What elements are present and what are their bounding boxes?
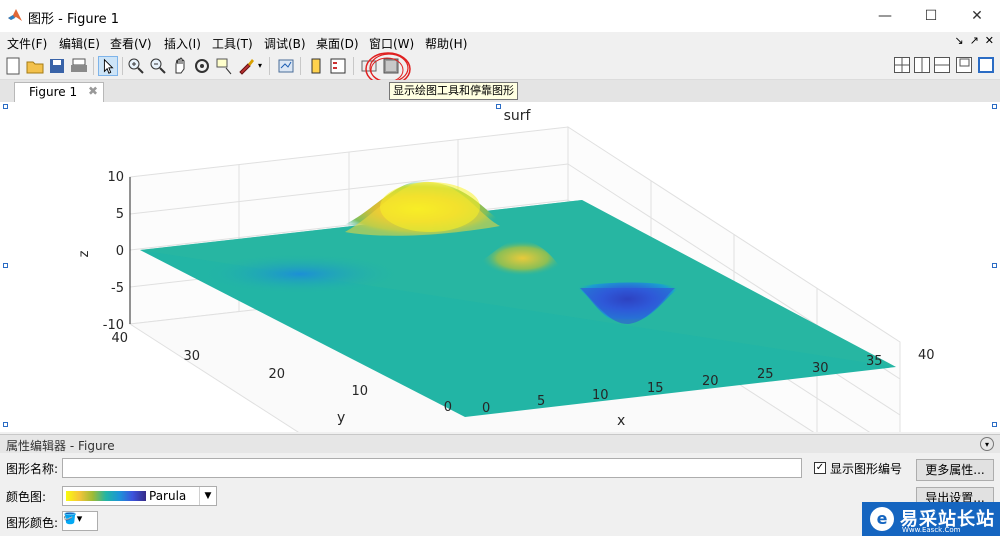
figure-color-label: 图形颜色: [6, 516, 59, 530]
figure-name-label: 图形名称: [6, 462, 59, 476]
zoom-in-icon[interactable] [126, 56, 146, 76]
menu-debug[interactable]: 调试(B) [264, 35, 306, 52]
menu-help[interactable]: 帮助(H) [425, 35, 467, 52]
data-cursor-icon[interactable] [214, 56, 234, 76]
minimize-button[interactable]: — [862, 0, 908, 32]
figure-name-input[interactable] [62, 458, 802, 478]
colormap-label: 颜色图: [6, 490, 47, 504]
title-bar: 图形 - Figure 1 — ☐ ✕ [0, 0, 1000, 32]
legend-icon[interactable] [328, 56, 348, 76]
property-editor: 图形名称: 颜色图: Parula ▼ 图形颜色: 🪣▾ ✓ 显示图形编号 更多… [0, 453, 1000, 536]
menu-edit[interactable]: 编辑(E) [59, 35, 100, 52]
surf-plot: 10 5 0 -5 -10 40 30 20 10 0 0 5 10 15 20… [77, 108, 935, 432]
x-tick: 0 [482, 401, 490, 416]
property-editor-title: 属性编辑器 - Figure [6, 439, 115, 453]
x-tick: 5 [537, 394, 545, 409]
x-tick: 25 [757, 367, 774, 382]
x-tick: 35 [866, 354, 883, 369]
menu-tools[interactable]: 工具(T) [212, 35, 253, 52]
y-tick: 0 [444, 400, 452, 415]
menu-insert[interactable]: 插入(I) [164, 35, 201, 52]
brush-icon[interactable] [236, 56, 256, 76]
tab-figure-1[interactable]: Figure 1 ✖ [14, 82, 104, 102]
colormap-swatch [66, 491, 146, 501]
colormap-select[interactable]: Parula ▼ [62, 486, 217, 506]
surface-dip [200, 254, 400, 294]
show-plot-tools-icon[interactable] [381, 56, 401, 76]
menu-desktop[interactable]: 桌面(D) [316, 35, 359, 52]
window-title: 图形 - Figure 1 [28, 12, 120, 27]
zoom-out-icon[interactable] [148, 56, 168, 76]
z-tick: 5 [116, 207, 124, 222]
close-icon: ✕ [971, 8, 983, 24]
y-tick: 40 [111, 331, 128, 346]
figure-canvas[interactable]: 10 5 0 -5 -10 40 30 20 10 0 0 5 10 15 20… [0, 102, 1000, 432]
print-icon[interactable] [69, 56, 89, 76]
tab-close-icon[interactable]: ✖ [88, 84, 98, 98]
layout-columns-icon[interactable] [914, 57, 930, 73]
x-tick: 30 [812, 361, 829, 376]
maximize-icon: ☐ [924, 8, 938, 24]
toolbar: ▾ [0, 53, 1000, 80]
brush-dropdown-icon[interactable]: ▾ [258, 61, 262, 70]
z-tick: 10 [107, 170, 124, 185]
link-plot-icon[interactable] [276, 56, 296, 76]
z-tick: 0 [116, 244, 124, 259]
maximize-button[interactable]: ☐ [908, 0, 954, 32]
z-tick: -5 [111, 281, 124, 296]
new-figure-icon[interactable] [3, 56, 23, 76]
rotate-3d-icon[interactable] [192, 56, 212, 76]
x-tick: 10 [592, 388, 609, 403]
y-tick: 20 [268, 367, 285, 382]
x-tick: 15 [647, 381, 664, 396]
menu-file[interactable]: 文件(F) [7, 35, 47, 52]
colormap-value: Parula [149, 489, 187, 503]
dock-arrow-icon[interactable]: ↘ [954, 34, 963, 47]
x-tick: 20 [702, 374, 719, 389]
open-file-icon[interactable] [25, 56, 45, 76]
tab-label: Figure 1 [29, 85, 78, 99]
y-tick: 10 [351, 384, 368, 399]
layout-grid-icon[interactable] [894, 57, 910, 73]
layout-rows-icon[interactable] [934, 57, 950, 73]
x-tick: 40 [918, 348, 935, 363]
z-axis-label: z [77, 250, 92, 257]
hide-plot-tools-icon[interactable] [359, 56, 379, 76]
more-properties-button[interactable]: 更多属性... [916, 459, 994, 481]
show-number-label: 显示图形编号 [830, 462, 903, 476]
menu-window[interactable]: 窗口(W) [369, 35, 414, 52]
close-button[interactable]: ✕ [954, 0, 1000, 32]
x-axis-label: x [617, 413, 625, 429]
y-axis-label: y [337, 410, 345, 426]
chevron-down-icon: ▼ [199, 487, 216, 505]
paint-bucket-icon: 🪣▾ [63, 512, 83, 525]
float-window-icon[interactable] [956, 57, 972, 73]
menu-bar: 文件(F) 编辑(E) 查看(V) 插入(I) 工具(T) 调试(B) 桌面(D… [0, 32, 1000, 52]
matlab-logo-icon [8, 9, 22, 21]
figure-color-button[interactable]: 🪣▾ [62, 511, 98, 531]
close-figure-icon[interactable]: ✕ [985, 34, 994, 47]
property-editor-header: 属性编辑器 - Figure ▾ [0, 434, 1000, 453]
plot-title: surf [504, 108, 532, 124]
watermark-subtext: Www.Easck.Com [902, 526, 961, 534]
menu-view[interactable]: 查看(V) [110, 35, 152, 52]
watermark: e 易采站长站 Www.Easck.Com [862, 502, 1000, 536]
watermark-logo-icon: e [870, 507, 894, 531]
minimize-icon: — [878, 8, 892, 24]
tooltip: 显示绘图工具和停靠图形 [389, 82, 518, 100]
undock-arrow-icon[interactable]: ↗ [970, 34, 979, 47]
y-tick: 30 [183, 349, 200, 364]
pointer-icon[interactable] [98, 56, 118, 76]
colorbar-icon[interactable] [306, 56, 326, 76]
pan-icon[interactable] [170, 56, 190, 76]
collapse-icon[interactable]: ▾ [980, 437, 994, 451]
maximize-figure-icon[interactable] [978, 57, 994, 73]
show-number-checkbox[interactable]: ✓ [814, 462, 826, 474]
save-icon[interactable] [47, 56, 67, 76]
